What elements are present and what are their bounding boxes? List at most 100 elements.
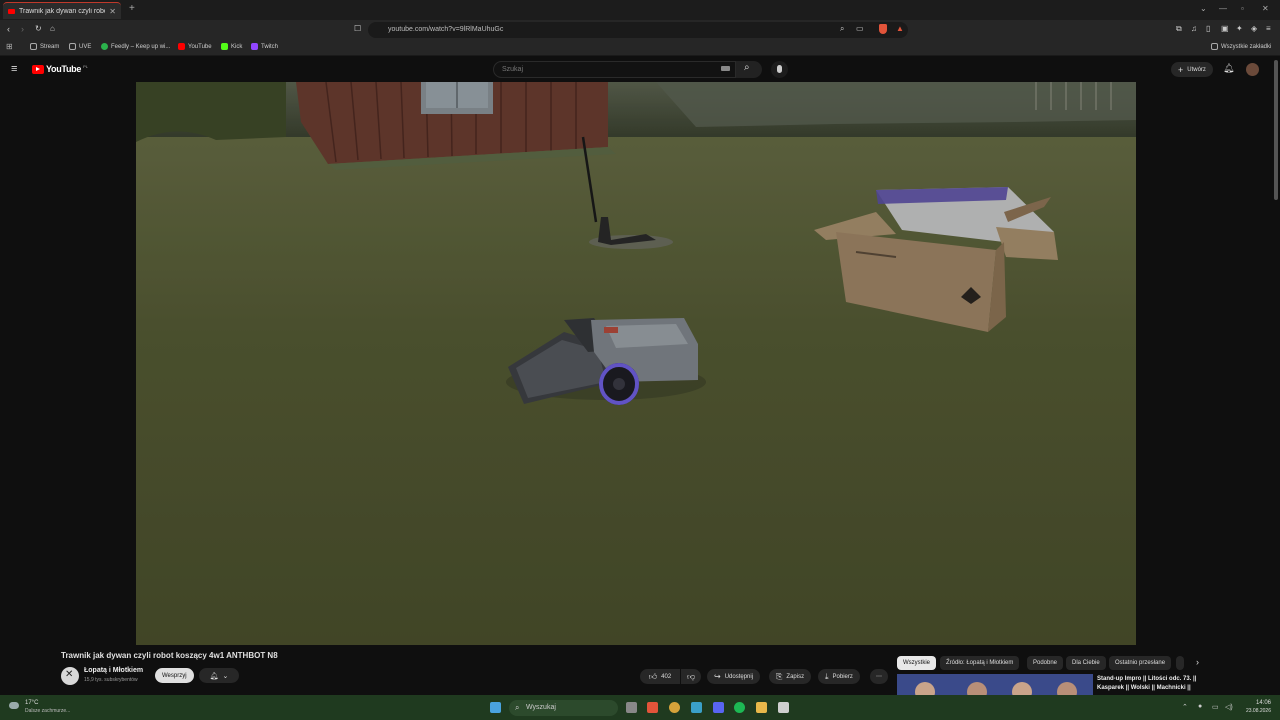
- create-button[interactable]: + Utwórz: [1171, 62, 1213, 77]
- chip-all[interactable]: Wszystkie: [897, 656, 936, 670]
- support-button[interactable]: Wesprzyj: [155, 668, 194, 683]
- minimize-icon[interactable]: —: [1219, 4, 1227, 13]
- hamburger-menu-icon[interactable]: ≡: [11, 63, 17, 75]
- notepad-icon[interactable]: [778, 702, 789, 713]
- avatar[interactable]: [1246, 63, 1259, 76]
- chips-next-icon[interactable]: ›: [1196, 657, 1199, 667]
- apps-grid-icon[interactable]: ⊞: [6, 42, 13, 51]
- chip-recently-uploaded[interactable]: Ostatnio przesłane: [1109, 656, 1172, 670]
- windows-start-icon[interactable]: [490, 702, 501, 713]
- save-button[interactable]: ⎘ Zapisz: [769, 669, 812, 684]
- spotify-icon[interactable]: [734, 702, 745, 713]
- folder-icon: [30, 43, 37, 50]
- search-icon: ⌕: [744, 62, 750, 73]
- app-star-icon[interactable]: [691, 702, 702, 713]
- chip-related[interactable]: Podobne: [1027, 656, 1064, 670]
- weather-icon[interactable]: [9, 702, 19, 709]
- recommended-thumbnail[interactable]: [897, 674, 1093, 695]
- taskbar-search-icon: ⌕: [515, 703, 520, 712]
- page-scrollbar[interactable]: [1274, 60, 1278, 200]
- back-icon[interactable]: ‹: [7, 24, 10, 34]
- file-explorer-icon[interactable]: [756, 702, 767, 713]
- bookmark-kick[interactable]: Kick: [221, 43, 242, 50]
- forward-icon[interactable]: ›: [21, 24, 24, 34]
- chip-overflow[interactable]: [1176, 656, 1184, 670]
- search-button[interactable]: ⌕: [736, 61, 762, 78]
- url-field[interactable]: youtube.com/watch?v=9lRlMaUhuGc: [368, 22, 908, 38]
- address-bar-row: ‹ › ↻ ⌂ ☐ youtube.com/watch?v=9lRlMaUhuG…: [0, 20, 1280, 40]
- notifications-bell-icon[interactable]: 🔔︎: [1223, 63, 1234, 74]
- bookmark-page-icon[interactable]: ☐: [354, 24, 361, 33]
- kick-icon: [221, 43, 228, 50]
- weather-temp[interactable]: 17°C: [25, 700, 38, 706]
- share-label: Udostępnij: [724, 673, 754, 680]
- close-window-icon[interactable]: ✕: [1262, 4, 1269, 13]
- reload-icon[interactable]: ↻: [35, 24, 42, 33]
- download-button[interactable]: ⤓ Pobierz: [818, 669, 860, 684]
- chip-for-you[interactable]: Dla Ciebie: [1066, 656, 1106, 670]
- create-label: Utwórz: [1187, 66, 1206, 73]
- video-title: Trawnik jak dywan czyli robot koszący 4w…: [61, 651, 278, 660]
- bookmark-stream[interactable]: Stream: [30, 43, 59, 50]
- vpn-icon[interactable]: ◈: [1251, 24, 1257, 33]
- extensions-icon[interactable]: ⧉: [1176, 24, 1182, 34]
- tab-search-icon[interactable]: ⌄: [1200, 4, 1207, 13]
- keyboard-icon[interactable]: [721, 66, 730, 71]
- clock-time[interactable]: 14:06: [1245, 700, 1271, 706]
- weather-desc: Dalsze zachmurze...: [25, 708, 71, 714]
- recommended-title[interactable]: Stand-up Impro || Litości odc. 73. || Ka…: [1097, 675, 1205, 695]
- close-tab-icon[interactable]: ✕: [109, 7, 116, 16]
- taskbar-search[interactable]: ⌕ Wyszukaj: [509, 700, 618, 716]
- plus-icon: +: [1178, 64, 1184, 75]
- bookmark-youtube[interactable]: YouTube: [178, 43, 212, 50]
- menu-icon[interactable]: ≡: [1266, 24, 1271, 33]
- more-actions-button[interactable]: ⋯: [870, 669, 888, 684]
- wallet-icon[interactable]: ▣: [1221, 24, 1229, 33]
- dislike-button[interactable]: 👎︎: [681, 669, 701, 684]
- tray-network-icon[interactable]: ▭: [1212, 703, 1219, 711]
- like-button[interactable]: 👍︎ 402: [640, 669, 680, 684]
- youtube-favicon-icon: [8, 8, 15, 14]
- bookmark-feedly[interactable]: Feedly – Keep up wi...: [101, 43, 170, 50]
- new-tab-icon[interactable]: +: [129, 3, 135, 14]
- discord-icon[interactable]: [713, 702, 724, 713]
- task-view-icon[interactable]: [626, 702, 637, 713]
- brave-icon[interactable]: [647, 702, 658, 713]
- twitch-icon: [251, 43, 258, 50]
- chrome-icon[interactable]: [669, 702, 680, 713]
- channel-avatar[interactable]: ✕: [61, 667, 79, 685]
- all-bookmarks[interactable]: Wszystkie zakładki: [1211, 43, 1271, 50]
- folder-icon: [69, 43, 76, 50]
- bookmark-uve[interactable]: UVE: [69, 43, 91, 50]
- rewards-icon[interactable]: ▲: [896, 24, 904, 33]
- maximize-icon[interactable]: ▫: [1241, 4, 1244, 13]
- home-icon[interactable]: ⌂: [50, 24, 55, 33]
- voice-search-button[interactable]: [771, 61, 788, 78]
- leo-icon[interactable]: ✦: [1236, 24, 1243, 33]
- tray-volume-icon[interactable]: ◁): [1225, 703, 1233, 711]
- brave-shield-icon[interactable]: [879, 24, 887, 34]
- sidebar-icon[interactable]: ▯: [1206, 24, 1210, 33]
- channel-name[interactable]: Łopatą i Młotkiem: [84, 667, 143, 674]
- zoom-icon[interactable]: ⌕: [840, 24, 844, 34]
- tab-title: Trawnik jak dywan czyli robot: [19, 7, 106, 15]
- browser-tab[interactable]: Trawnik jak dywan czyli robot ✕: [3, 2, 121, 19]
- save-label: Zapisz: [786, 673, 805, 680]
- media-icon[interactable]: ♫: [1191, 24, 1197, 33]
- bookmark-twitch[interactable]: Twitch: [251, 43, 278, 50]
- chip-from-channel[interactable]: Źródło: Łopatą i Młotkiem: [940, 656, 1020, 670]
- share-icon: ↪: [714, 672, 721, 681]
- save-icon: ⎘: [776, 671, 783, 681]
- clock-date[interactable]: 23.08.2026: [1240, 708, 1271, 714]
- tray-chevron-icon[interactable]: ⌃: [1182, 703, 1188, 711]
- video-player[interactable]: [136, 82, 1136, 645]
- cast-icon[interactable]: ▭: [856, 24, 864, 33]
- tray-mic-icon[interactable]: ●: [1198, 703, 1202, 710]
- download-label: Pobierz: [832, 673, 853, 680]
- share-button[interactable]: ↪ Udostępnij: [707, 669, 761, 684]
- youtube-logo[interactable]: YouTube PL: [32, 64, 88, 74]
- subscribed-notifications-button[interactable]: 🔔︎ ⌄: [199, 668, 239, 683]
- search-input[interactable]: Szukaj: [493, 61, 736, 78]
- more-icon: ⋯: [876, 674, 882, 680]
- browser-tab-bar: Trawnik jak dywan czyli robot ✕ + ⌄ — ▫ …: [0, 0, 1280, 20]
